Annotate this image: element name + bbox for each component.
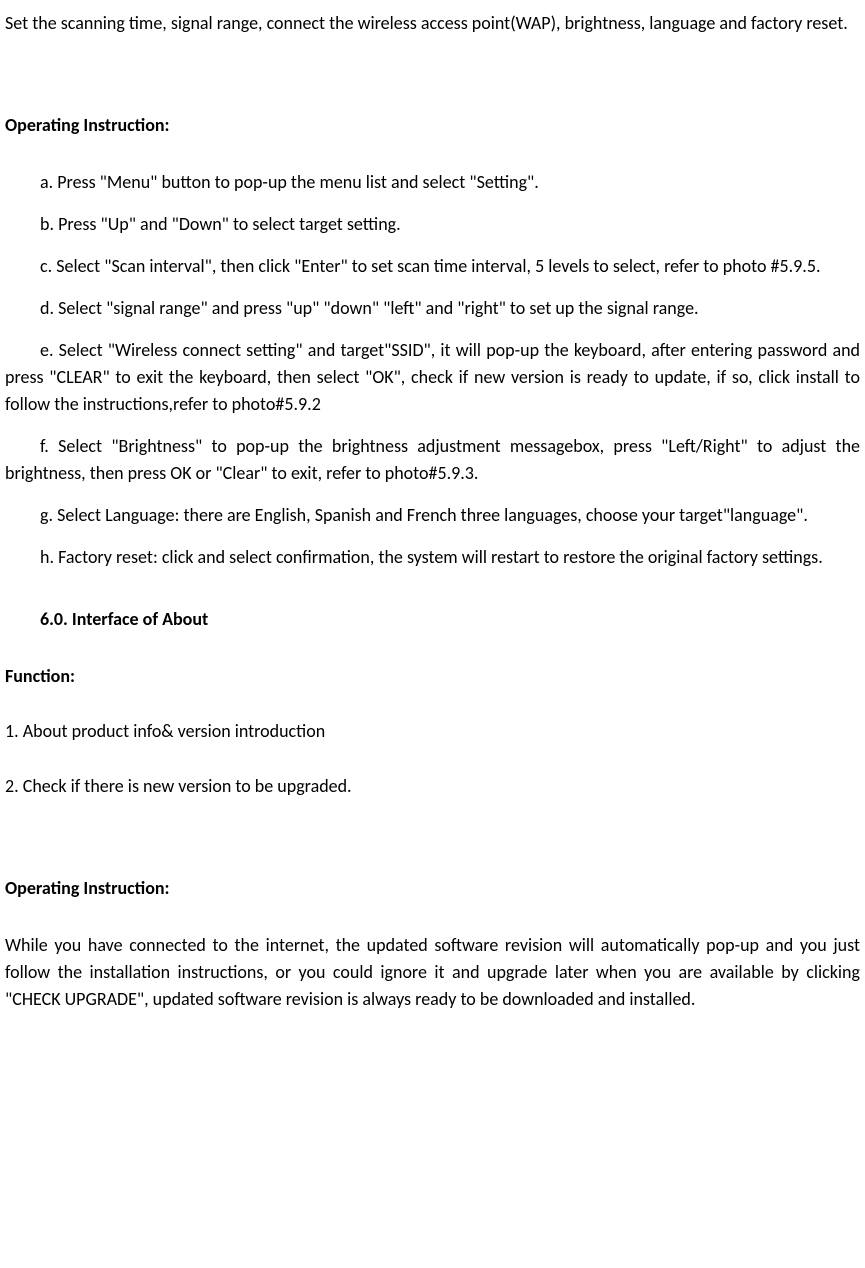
step-h: h. Factory reset: click and select confi…: [0, 544, 860, 571]
step-f: f. Select "Brightness" to pop-up the bri…: [0, 433, 860, 487]
intro-paragraph: Set the scanning time, signal range, con…: [5, 10, 860, 37]
function-heading: Function:: [5, 663, 860, 690]
operating-instruction-heading-2: Operating Instruction:: [5, 875, 860, 902]
operating-instruction-heading-1: Operating Instruction:: [5, 112, 860, 139]
function-item-2: 2. Check if there is new version to be u…: [5, 773, 860, 800]
final-paragraph: While you have connected to the internet…: [5, 932, 860, 1013]
step-c: c. Select "Scan interval", then click "E…: [0, 253, 860, 280]
step-b: b. Press "Up" and "Down" to select targe…: [5, 211, 860, 238]
function-item-1: 1. About product info& version introduct…: [5, 718, 860, 745]
step-e: e. Select "Wireless connect setting" and…: [0, 337, 860, 418]
step-d: d. Select "signal range" and press "up" …: [5, 295, 860, 322]
step-g: g. Select Language: there are English, S…: [0, 502, 860, 529]
step-a: a. Press "Menu" button to pop-up the men…: [5, 169, 860, 196]
section-6-0-title: 6.0. Interface of About: [5, 606, 860, 633]
